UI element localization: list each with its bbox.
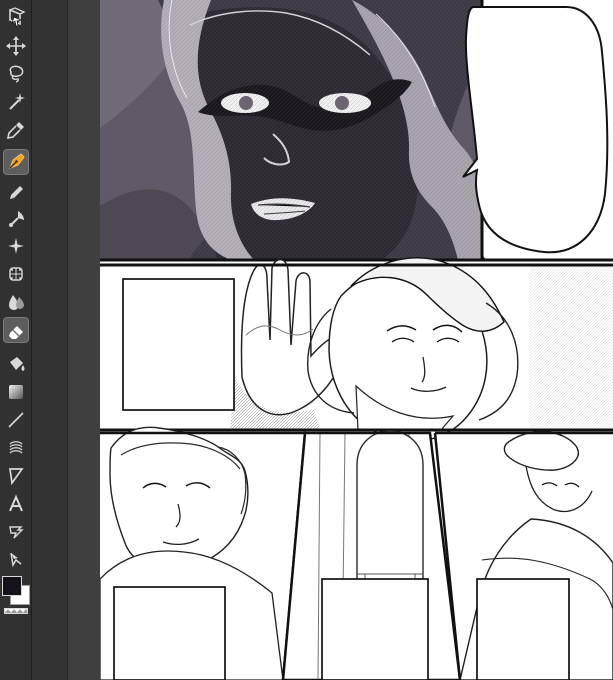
eraser-tool-button[interactable] (3, 317, 29, 343)
gradient-icon (9, 385, 23, 399)
pencil-tool-button[interactable] (4, 178, 28, 202)
text-icon (9, 494, 23, 512)
correction-tool-button[interactable] (4, 548, 28, 572)
ruler-icon (9, 468, 24, 486)
caption-box-mid-left (122, 278, 235, 411)
gradient-tool-button[interactable] (4, 380, 28, 404)
sparkle-icon (8, 238, 24, 254)
decoration-tool-button[interactable] (4, 234, 28, 258)
caption-box-bottom-left (113, 586, 226, 680)
eyedropper-icon (6, 122, 24, 140)
transparent-color-swatch[interactable] (4, 608, 28, 614)
balloon-tool-button[interactable] (4, 520, 28, 544)
color-selector[interactable] (2, 576, 30, 612)
airbrush-icon (9, 267, 23, 281)
magic-wand-tool-button[interactable] (4, 90, 28, 114)
cursor-cube-icon (9, 7, 26, 27)
speech-bubble-top-right (462, 6, 609, 254)
ruler-tool-button[interactable] (4, 464, 28, 488)
sub-tool-palette (32, 0, 91, 680)
frame-icon (9, 441, 23, 454)
caption-box-bottom-center (321, 578, 429, 680)
caption-box-bottom-right (476, 578, 570, 680)
fill-tool-button[interactable] (4, 352, 28, 376)
lasso-tool-button[interactable] (4, 62, 28, 86)
bottom-caption-boxes (113, 578, 570, 680)
text-tool-button[interactable] (4, 492, 28, 516)
brush-icon (9, 211, 24, 227)
pencil-icon (10, 186, 23, 199)
correct-line-icon (10, 552, 22, 568)
object-select-tool-button[interactable] (4, 6, 28, 30)
manga-page[interactable] (100, 0, 613, 680)
illustration-workspace (0, 0, 613, 680)
brush-tool-button[interactable] (4, 206, 28, 230)
eyedropper-tool-button[interactable] (4, 118, 28, 142)
blend-drop-icon (9, 295, 24, 310)
balloon-icon (9, 526, 24, 539)
pen-tool-button[interactable] (3, 149, 29, 175)
move-tool-button[interactable] (4, 34, 28, 58)
pen-nib-icon (9, 153, 25, 169)
tool-palette (0, 0, 32, 680)
manga-artwork (100, 0, 613, 680)
eraser-icon (9, 326, 23, 339)
line-tool-button[interactable] (4, 408, 28, 432)
foreground-color-swatch[interactable] (2, 576, 22, 596)
move-arrows-icon (6, 36, 26, 56)
lasso-icon (9, 65, 24, 83)
frame-tool-button[interactable] (4, 436, 28, 460)
line-icon (8, 412, 24, 428)
magic-wand-icon (9, 93, 25, 110)
airbrush-tool-button[interactable] (4, 262, 28, 286)
blend-tool-button[interactable] (4, 290, 28, 314)
bucket-icon (10, 357, 25, 371)
